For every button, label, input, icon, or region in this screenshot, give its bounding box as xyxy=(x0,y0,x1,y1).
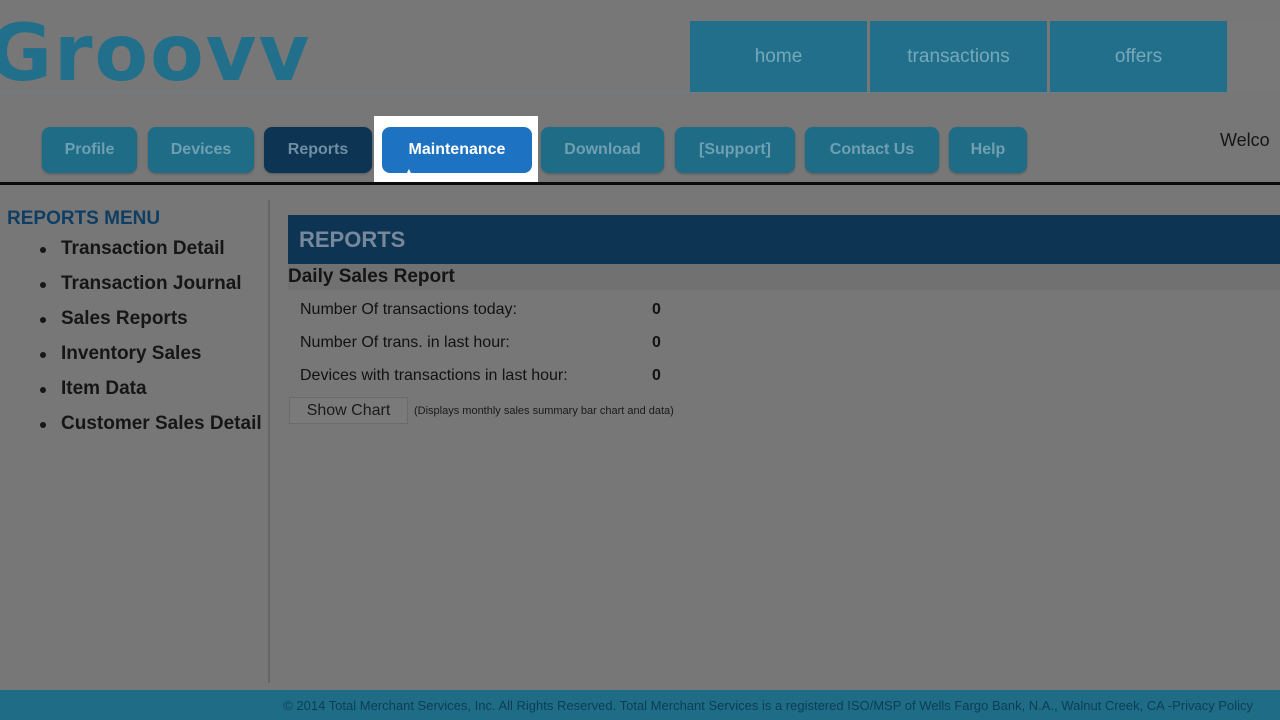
menu-item-item-data[interactable]: Item Data xyxy=(40,376,272,402)
menu-item-customer-sales-detail[interactable]: Customer Sales Detail xyxy=(40,411,272,437)
bullet-icon xyxy=(40,352,46,358)
privacy-policy-link[interactable]: Privacy Policy xyxy=(1172,698,1253,713)
bullet-icon xyxy=(40,387,46,393)
stat-label-trans-last-hour: Number Of trans. in last hour: xyxy=(300,334,510,351)
bullet-icon xyxy=(40,247,46,253)
sub-nav-download[interactable]: Download xyxy=(541,127,664,173)
stat-value-devices-last-hour: 0 xyxy=(652,367,661,384)
bullet-icon xyxy=(40,422,46,428)
top-nav-offers[interactable]: offers xyxy=(1050,21,1227,92)
menu-item-label: Transaction Journal xyxy=(61,273,242,294)
menu-item-label: Transaction Detail xyxy=(61,238,225,259)
top-nav-home[interactable]: home xyxy=(690,21,867,92)
sub-nav-contact-us[interactable]: Contact Us xyxy=(805,127,939,173)
menu-item-label: Customer Sales Detail xyxy=(61,413,262,434)
sub-nav-support[interactable]: [Support] xyxy=(675,127,795,173)
daily-sales-report-title: Daily Sales Report xyxy=(288,264,1280,290)
sub-nav-help[interactable]: Help xyxy=(949,127,1027,173)
sidebar-divider xyxy=(268,200,270,683)
header-divider xyxy=(0,182,1280,185)
menu-item-transaction-journal[interactable]: Transaction Journal xyxy=(40,271,272,297)
sub-nav-devices[interactable]: Devices xyxy=(148,127,254,173)
groovv-logo: Groovv xyxy=(0,9,312,99)
welcome-text: Welco xyxy=(1220,130,1270,150)
mouse-cursor-icon: ▲ xyxy=(403,165,415,179)
reports-header: REPORTS xyxy=(288,215,1280,264)
top-nav-transactions[interactable]: transactions xyxy=(870,21,1047,92)
show-chart-button[interactable]: Show Chart xyxy=(289,397,408,424)
footer-copyright: © 2014 Total Merchant Services, Inc. All… xyxy=(283,697,1173,713)
bullet-icon xyxy=(40,282,46,288)
reports-menu-title: REPORTS MENU xyxy=(7,208,161,229)
topnav-filler xyxy=(1228,21,1280,93)
menu-item-label: Sales Reports xyxy=(61,308,188,329)
show-chart-note: (Displays monthly sales summary bar char… xyxy=(414,405,674,417)
menu-item-sales-reports[interactable]: Sales Reports xyxy=(40,306,272,332)
menu-item-label: Item Data xyxy=(61,378,147,399)
reports-menu-list: Transaction Detail Transaction Journal S… xyxy=(40,236,272,446)
stat-label-devices-last-hour: Devices with transactions in last hour: xyxy=(300,367,568,384)
sub-nav-profile[interactable]: Profile xyxy=(42,127,137,173)
sub-nav-reports[interactable]: Reports xyxy=(264,127,372,173)
stat-value-trans-last-hour: 0 xyxy=(652,334,661,351)
stat-value-transactions-today: 0 xyxy=(652,301,661,318)
footer: © 2014 Total Merchant Services, Inc. All… xyxy=(0,690,1280,720)
menu-item-transaction-detail[interactable]: Transaction Detail xyxy=(40,236,272,262)
top-nav: home transactions offers xyxy=(690,21,1230,92)
topnav-underline xyxy=(0,92,1228,93)
stat-label-transactions-today: Number Of transactions today: xyxy=(300,301,517,318)
bullet-icon xyxy=(40,317,46,323)
menu-item-label: Inventory Sales xyxy=(61,343,202,364)
menu-item-inventory-sales[interactable]: Inventory Sales xyxy=(40,341,272,367)
